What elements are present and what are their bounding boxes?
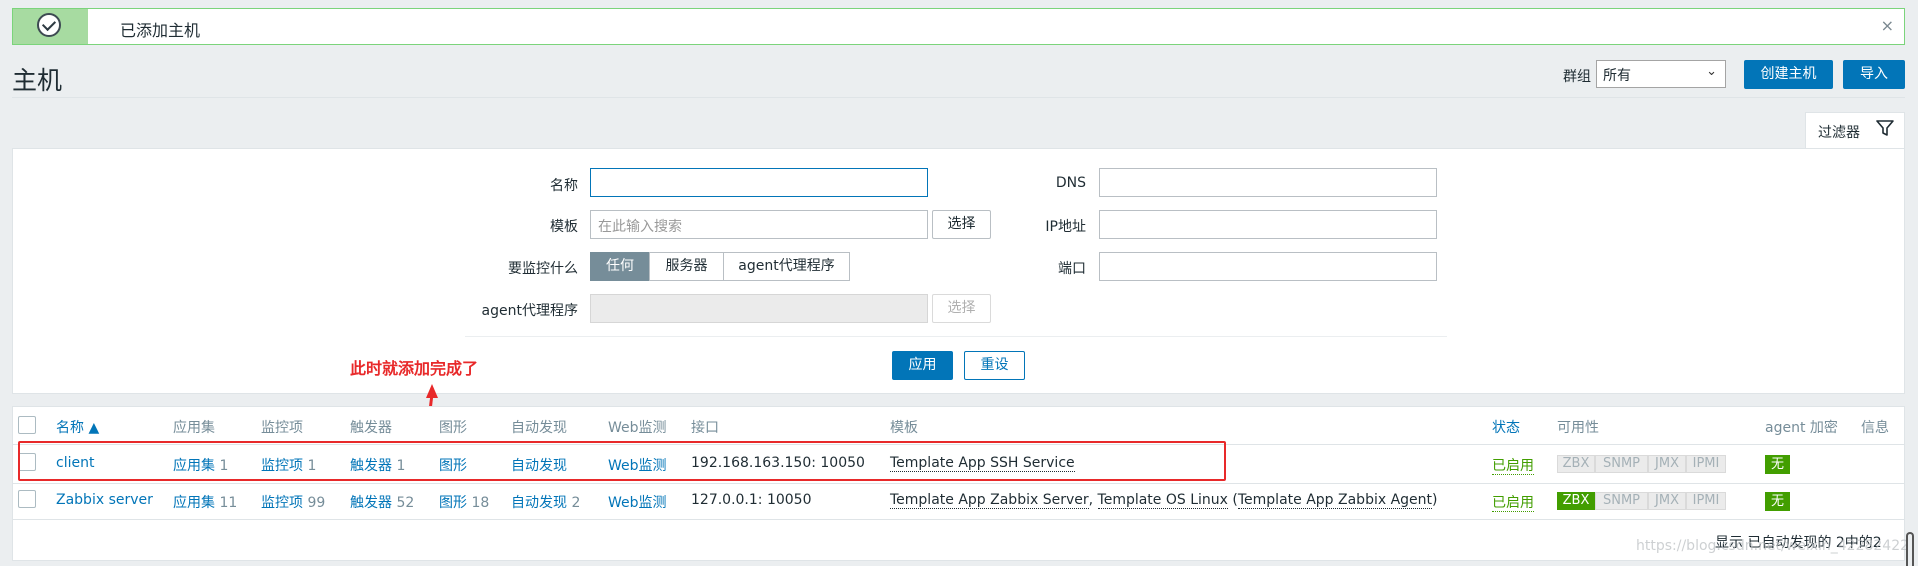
encryption-badge: 无 [1765, 492, 1790, 511]
col-status[interactable]: 状态 [1492, 417, 1520, 437]
template-separator: , [1088, 492, 1098, 508]
templates-cell: Template App Zabbix Server, Template OS … [890, 492, 1438, 509]
col-name[interactable]: 名称 ▲ [56, 417, 99, 437]
dns-label: DNS [1055, 175, 1086, 191]
col-graphs: 图形 [439, 420, 467, 436]
col-triggers: 触发器 [350, 420, 392, 436]
template-select-button[interactable]: 选择 [932, 210, 991, 239]
group-select-value: 所有 [1603, 68, 1631, 84]
import-button[interactable]: 导入 [1843, 60, 1905, 89]
proxy-label: agent代理程序 [481, 303, 578, 319]
filter-tab-label: 过滤器 [1818, 125, 1860, 141]
availability-snmp: SNMP [1595, 455, 1648, 473]
graphs-link[interactable]: 图形 [439, 495, 467, 511]
success-banner: 已添加主机 × [12, 8, 1905, 45]
encryption-badge: 无 [1765, 455, 1790, 474]
filter-divider [465, 336, 1447, 337]
triggers-count: 52 [396, 495, 415, 511]
group-select[interactable]: 所有 ⌄ [1596, 60, 1726, 88]
template-input[interactable]: 在此输入搜索 [590, 210, 928, 239]
template-link[interactable]: Template OS Linux [1097, 492, 1228, 509]
applications-link[interactable]: 应用集 [173, 495, 215, 511]
reset-button[interactable]: 重设 [964, 351, 1025, 380]
applications-cell[interactable]: 应用集 11 [173, 492, 237, 512]
filter-tab[interactable]: 过滤器 [1805, 112, 1905, 149]
filter-icon [1876, 120, 1894, 136]
host-name-link[interactable]: Zabbix server [56, 492, 153, 508]
triggers-cell[interactable]: 触发器 52 [350, 492, 414, 512]
triggers-link[interactable]: 触发器 [350, 495, 392, 511]
interface-cell: 127.0.0.1: 10050 [691, 492, 812, 508]
availability-zbx: ZBX [1557, 492, 1595, 510]
discovery-link[interactable]: 自动发现 [511, 495, 567, 511]
discovery-cell[interactable]: 自动发现 2 [511, 492, 580, 512]
col-items: 监控项 [261, 420, 303, 436]
filter-panel [12, 148, 1905, 394]
close-icon[interactable]: × [1881, 16, 1894, 35]
check-circle-icon [37, 13, 61, 37]
banner-message: 已添加主机 [120, 21, 201, 40]
template-link[interactable]: Template App Zabbix Server [890, 492, 1089, 509]
create-host-button[interactable]: 创建主机 [1744, 60, 1833, 89]
items-link[interactable]: 监控项 [261, 495, 303, 511]
status-enabled-link[interactable]: 已启用 [1492, 458, 1534, 475]
template-label: 模板 [550, 219, 578, 235]
col-web: Web监测 [608, 420, 667, 436]
monitored-by-proxy[interactable]: agent代理程序 [723, 252, 850, 281]
proxy-input [590, 294, 928, 323]
monitored-by-label: 要监控什么 [508, 261, 578, 277]
web-link[interactable]: Web监测 [608, 495, 667, 511]
page-title: 主机 [12, 66, 63, 95]
col-applications: 应用集 [173, 420, 215, 436]
name-label: 名称 [550, 178, 578, 194]
monitored-by-server[interactable]: 服务器 [649, 252, 724, 281]
success-icon-box [13, 9, 88, 44]
apply-button[interactable]: 应用 [892, 351, 953, 380]
name-input[interactable] [590, 168, 928, 197]
scrollbar-thumb[interactable] [1906, 532, 1914, 566]
status-enabled-link[interactable]: 已启用 [1492, 495, 1534, 512]
col-info: 信息 [1861, 420, 1889, 436]
row-checkbox[interactable] [18, 490, 36, 508]
highlight-box [18, 441, 1226, 481]
col-discovery: 自动发现 [511, 420, 567, 436]
col-interface: 接口 [691, 420, 719, 436]
graphs-cell[interactable]: 图形 18 [439, 492, 489, 512]
watermark: https://blog.csdn.net/weixin_42282422 [1636, 538, 1910, 554]
port-input[interactable] [1099, 252, 1437, 281]
ip-label: IP地址 [1045, 219, 1086, 235]
parent-template-link[interactable]: Template App Zabbix Agent [1237, 492, 1433, 509]
availability-ipmi: IPMI [1686, 492, 1726, 510]
applications-count: 11 [219, 495, 238, 511]
select-all-checkbox[interactable] [18, 416, 36, 434]
chevron-down-icon: ⌄ [1706, 64, 1717, 79]
discovery-count: 2 [571, 495, 581, 511]
ip-input[interactable] [1099, 210, 1437, 239]
graphs-count: 18 [471, 495, 490, 511]
col-templates: 模板 [890, 420, 918, 436]
items-count: 99 [307, 495, 326, 511]
proxy-select-button: 选择 [932, 294, 991, 323]
annotation-text: 此时就添加完成了 [350, 359, 479, 378]
header-divider [12, 97, 1905, 98]
dns-input[interactable] [1099, 168, 1437, 197]
row-divider [13, 483, 1905, 484]
row-divider [13, 519, 1905, 520]
items-cell[interactable]: 监控项 99 [261, 492, 325, 512]
port-label: 端口 [1058, 261, 1086, 277]
availability-zbx: ZBX [1557, 455, 1595, 473]
col-agent-encryption: agent 加密 [1765, 420, 1838, 436]
group-label: 群组 [1563, 69, 1591, 85]
availability-jmx: JMX [1648, 455, 1686, 473]
col-availability: 可用性 [1557, 420, 1599, 436]
monitored-by-any[interactable]: 任何 [590, 252, 650, 281]
availability-snmp: SNMP [1595, 492, 1648, 510]
availability-jmx: JMX [1648, 492, 1686, 510]
availability-ipmi: IPMI [1686, 455, 1726, 473]
